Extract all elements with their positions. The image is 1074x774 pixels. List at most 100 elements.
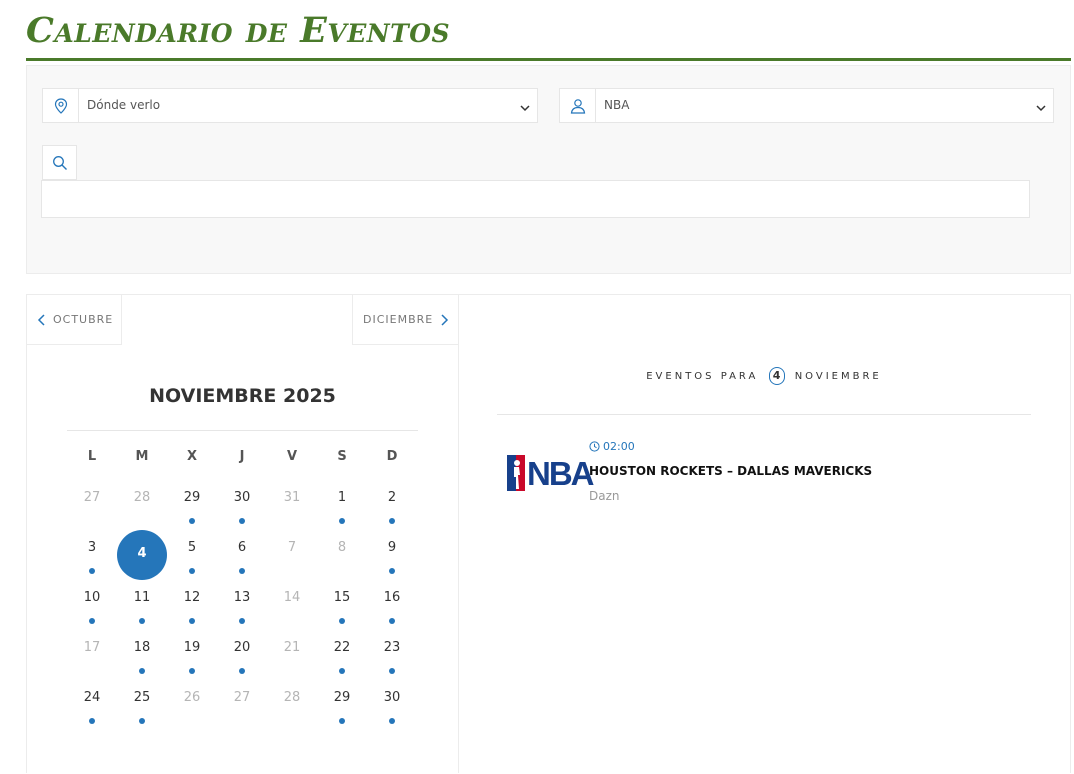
calendar-day[interactable]: 27 [67,480,117,530]
where-to-watch-select[interactable]: Dónde verlo [42,88,538,123]
calendar-day-number: 29 [333,690,351,705]
events-divider [497,414,1031,415]
calendar-section: OCTUBRE DICIEMBRE NOVIEMBRE 2025 L M X J… [26,294,1071,773]
event-time-value: 02:00 [603,440,635,453]
calendar-day-number: 17 [83,640,101,655]
prev-month-button[interactable]: OCTUBRE [27,295,122,345]
user-icon [560,89,596,122]
next-month-button[interactable]: DICIEMBRE [352,295,458,345]
calendar-day[interactable]: 19 [167,630,217,680]
calendar-day[interactable]: 3 [67,530,117,580]
events-heading-day: 4 [768,367,785,385]
calendar-day[interactable]: 26 [167,680,217,730]
calendar-day-number: 15 [333,590,351,605]
title-divider [26,58,1071,61]
event-indicator-dot [339,518,345,524]
page-title: Calendario de Eventos [26,10,451,51]
chevron-down-icon [1035,99,1047,118]
event-indicator-dot [389,568,395,574]
calendar-day[interactable]: 9 [367,530,417,580]
calendar-day[interactable]: 13 [217,580,267,630]
calendar-day[interactable]: 24 [67,680,117,730]
calendar-day[interactable]: 8 [317,530,367,580]
calendar-day[interactable]: 15 [317,580,367,630]
weekday-header: L M X J V S D [67,449,418,464]
calendar-day-number: 3 [87,540,97,555]
weekday-label: X [186,449,198,464]
calendar-day-number: 27 [233,690,251,705]
event-indicator-dot [389,618,395,624]
calendar-day[interactable]: 28 [117,480,167,530]
weekday-label: L [87,449,97,464]
calendar-day[interactable]: 12 [167,580,217,630]
calendar-day[interactable]: 25 [117,680,167,730]
weekday-label: M [135,449,149,464]
calendar-day-number: 29 [183,490,201,505]
events-heading-month: NOVIEMBRE [794,371,882,382]
calendar-day-number: 16 [383,590,401,605]
calendar-day-number: 9 [387,540,397,555]
weekday-label: V [286,449,298,464]
calendar-day[interactable]: 18 [117,630,167,680]
event-indicator-dot [139,718,145,724]
calendar-day[interactable]: 30 [367,680,417,730]
calendar-day[interactable]: 14 [267,580,317,630]
calendar-day[interactable]: 31 [267,480,317,530]
calendar-day[interactable]: 16 [367,580,417,630]
clock-icon [589,441,600,452]
event-indicator-dot [239,568,245,574]
calendar-day-number: 5 [187,540,197,555]
calendar-day-number: 23 [383,640,401,655]
calendar-day[interactable]: 20 [217,630,267,680]
calendar-day-number: 18 [133,640,151,655]
calendar-day[interactable]: 30 [217,480,267,530]
competition-value: NBA [604,98,630,112]
calendar-day[interactable]: 7 [267,530,317,580]
event-indicator-dot [389,518,395,524]
event-indicator-dot [239,668,245,674]
calendar-day[interactable]: 6 [217,530,267,580]
event-indicator-dot [189,618,195,624]
event-indicator-dot [239,518,245,524]
calendar-day-number: 22 [333,640,351,655]
calendar-day[interactable]: 29 [317,680,367,730]
where-to-watch-value: Dónde verlo [87,98,161,112]
event-title[interactable]: HOUSTON ROCKETS – DALLAS MAVERICKS [589,464,872,478]
calendar-days-grid: 27 28 29 30 31 1 2 3 4 5 6 7 8 9 10 11 12 13 14 15 16 17 18 19 2… [67,480,418,730]
weekday-label: S [337,449,347,464]
calendar-day[interactable]: 27 [217,680,267,730]
calendar-day[interactable]: 28 [267,680,317,730]
competition-select[interactable]: NBA [559,88,1054,123]
calendar-day-number: 26 [183,690,201,705]
calendar-day-number: 8 [337,540,347,555]
calendar-day-selected[interactable]: 4 [117,530,167,580]
calendar-day[interactable]: 1 [317,480,367,530]
calendar-day[interactable]: 2 [367,480,417,530]
calendar-day[interactable]: 23 [367,630,417,680]
calendar-day-number: 25 [133,690,151,705]
event-indicator-dot [89,718,95,724]
calendar-day-number: 10 [83,590,101,605]
event-indicator-dot [339,668,345,674]
calendar-day-number: 28 [283,690,301,705]
weekday-label: D [386,449,398,464]
event-indicator-dot [139,618,145,624]
event-indicator-dot [389,718,395,724]
calendar-day[interactable]: 21 [267,630,317,680]
calendar-day[interactable]: 5 [167,530,217,580]
next-month-label: DICIEMBRE [363,313,434,326]
calendar-day[interactable]: 17 [67,630,117,680]
event-indicator-dot [89,618,95,624]
event-item[interactable]: NBA 02:00 HOUSTON ROCKETS – DALLAS MAVER… [503,440,1033,510]
search-input[interactable] [41,180,1030,218]
calendar-day-number: 11 [133,590,151,605]
calendar-day[interactable]: 22 [317,630,367,680]
calendar-day-number: 28 [133,490,151,505]
calendar-day[interactable]: 11 [117,580,167,630]
calendar-day-number: 27 [83,490,101,505]
calendar-day[interactable]: 10 [67,580,117,630]
events-heading-prefix: EVENTOS PARA [646,371,759,382]
calendar-day-number: 1 [337,490,347,505]
calendar-day[interactable]: 29 [167,480,217,530]
search-icon[interactable] [42,145,77,180]
